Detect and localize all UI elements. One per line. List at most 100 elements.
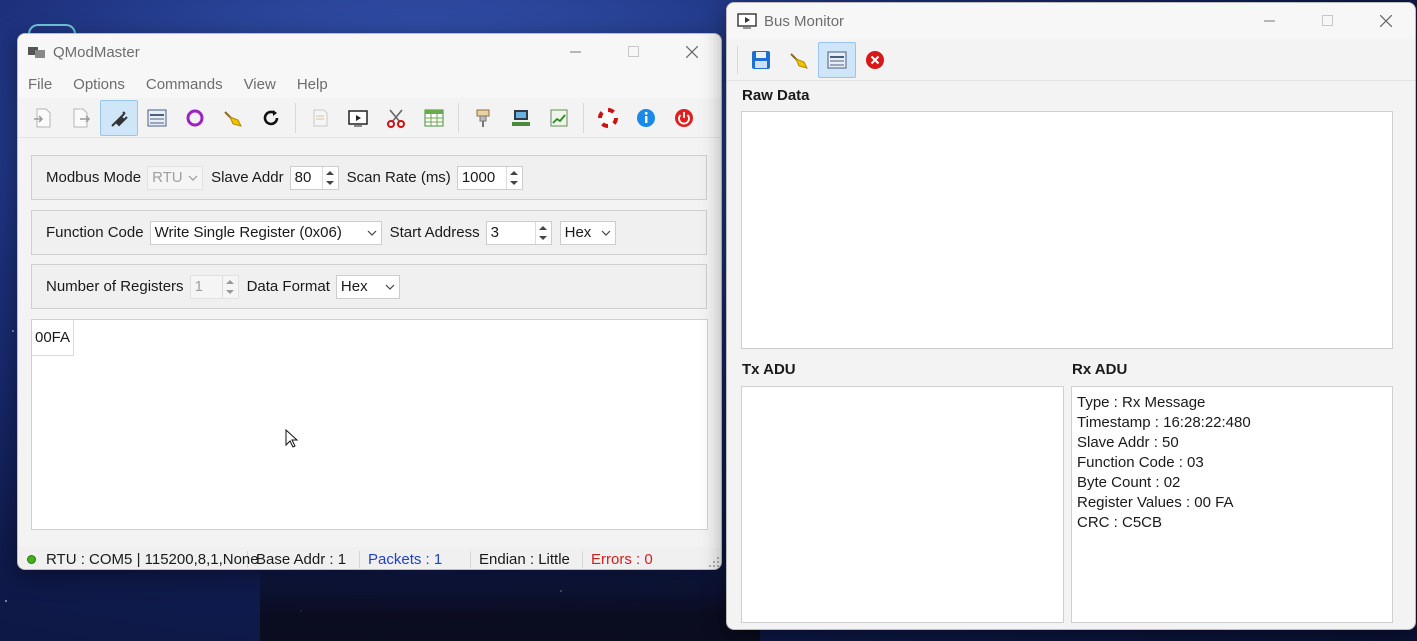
show-adu-button[interactable] [818,41,856,78]
save-log-button[interactable] [742,42,780,78]
maximize-button[interactable] [605,34,663,70]
num-registers-spinbox[interactable]: 1 [189,274,239,299]
address-format-value: Hex [564,224,592,241]
refresh-button[interactable] [252,100,290,136]
bus-monitor-icon [147,109,167,126]
spin-down-icon [326,180,335,185]
rx-adu-label: Rx ADU [1072,361,1128,378]
start-address-spinbox[interactable]: 3 [485,220,552,245]
table-button[interactable] [415,100,453,136]
rx-adu-panel[interactable]: Type : Rx Message Timestamp : 16:28:22:4… [1071,386,1393,623]
read-write-button[interactable] [301,100,339,136]
debug-icon [476,109,490,127]
save-session-icon [73,108,91,127]
qmodmaster-app-icon [28,47,45,58]
maximize-button[interactable] [1299,3,1357,39]
desktop-wallpaper-tree [260,560,760,641]
rx-slave-addr-line: Slave Addr : 50 [1077,434,1179,451]
close-button[interactable] [1357,3,1415,39]
close-button[interactable] [663,34,721,70]
data-format-label: Data Format [246,278,330,295]
minimize-button[interactable] [547,34,605,70]
menu-options[interactable]: Options [73,76,125,93]
info-icon [637,108,655,127]
minimize-icon [570,51,581,53]
spin-up-icon [510,170,519,175]
data-format-value: Hex [340,278,368,295]
qmodmaster-window: QModMaster File Options Commands View He… [17,33,722,570]
scan-rate-stepper[interactable] [505,166,522,189]
qmodmaster-titlebar[interactable]: QModMaster [18,34,721,70]
main-toolbar [18,98,721,138]
scan-button[interactable] [339,100,377,136]
menu-bar: File Options Commands View Help [18,70,721,98]
clear-button[interactable] [214,100,252,136]
menu-commands[interactable]: Commands [146,76,223,93]
cut-button[interactable] [377,100,415,136]
start-address-label: Start Address [389,224,480,241]
toolbar-separator [295,102,296,133]
refresh-icon [263,109,279,125]
exit-button[interactable] [665,100,703,136]
close-icon [1380,15,1392,27]
address-format-select[interactable]: Hex [559,220,616,245]
chevron-down-icon [367,230,376,236]
serial-settings-button[interactable] [502,100,540,136]
register-value-cell[interactable]: 00FA [32,320,74,356]
close-icon [686,46,698,58]
start-address-stepper[interactable] [534,221,551,244]
clear-log-button[interactable] [780,42,818,78]
load-session-icon [34,108,51,127]
data-format-select[interactable]: Hex [335,274,400,299]
num-registers-label: Number of Registers [46,278,184,295]
lifebuoy-help-icon [598,107,618,128]
slave-addr-label: Slave Addr [211,169,284,186]
menu-file[interactable]: File [28,76,52,93]
slave-addr-stepper[interactable] [321,166,338,189]
register-values-table[interactable]: 00FA [31,319,708,530]
tx-adu-label: Tx ADU [742,361,796,378]
help-button[interactable] [589,100,627,136]
modbus-mode-select[interactable]: RTU [147,165,204,190]
bus-monitor-icon [827,51,847,68]
about-button[interactable] [627,100,665,136]
reset-counters-button[interactable] [176,100,214,136]
debug-button[interactable] [464,100,502,136]
load-session-button[interactable] [24,100,62,136]
slave-addr-spinbox[interactable]: 80 [289,165,339,190]
bus-monitor-app-icon [737,13,757,29]
menu-view[interactable]: View [244,76,276,93]
scan-rate-label: Scan Rate (ms) [346,169,451,186]
chart-button[interactable] [540,100,578,136]
chevron-down-icon [188,175,198,181]
read-write-icon [313,109,328,126]
clear-icon [790,52,808,69]
function-code-group: Function Code Write Single Register (0x0… [31,210,707,255]
spin-up-icon [326,170,335,175]
raw-data-panel[interactable] [741,111,1393,349]
tx-adu-panel[interactable] [741,386,1064,623]
stop-button[interactable] [856,42,894,78]
scan-icon [348,109,368,126]
chart-icon [550,109,568,126]
connect-button[interactable] [100,99,138,136]
scan-rate-spinbox[interactable]: 1000 [456,165,523,190]
window-title: QModMaster [53,43,140,61]
resize-grip-icon[interactable] [708,556,720,568]
function-code-value: Write Single Register (0x06) [154,224,342,241]
desktop-star [12,330,14,332]
endian-status: Endian : Little [479,550,583,568]
function-code-select[interactable]: Write Single Register (0x06) [149,220,382,245]
chevron-down-icon [601,230,611,236]
maximize-icon [628,46,639,57]
save-session-button[interactable] [62,100,100,136]
bus-monitor-titlebar[interactable]: Bus Monitor [727,3,1415,39]
num-registers-stepper[interactable] [221,275,238,298]
spin-down-icon [226,289,235,294]
menu-help[interactable]: Help [297,76,328,93]
bus-monitor-window: Bus Monitor Raw Data Tx ADU Rx ADU Type … [726,2,1416,630]
modbus-mode-label: Modbus Mode [46,169,142,186]
start-address-value: 3 [490,224,499,241]
bus-monitor-button[interactable] [138,100,176,136]
minimize-button[interactable] [1241,3,1299,39]
